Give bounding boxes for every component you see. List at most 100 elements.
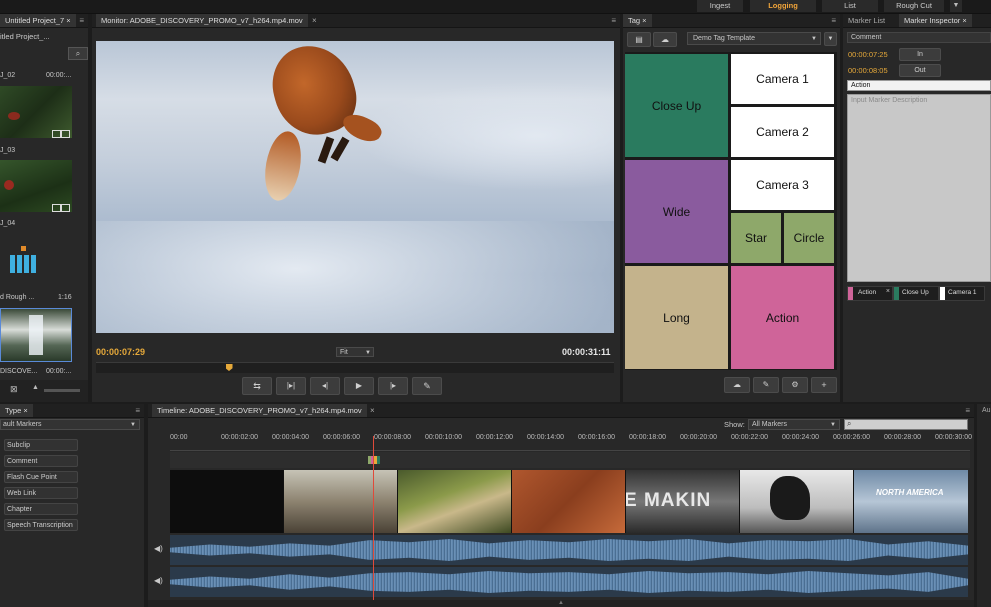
timeline-playhead[interactable] bbox=[373, 436, 374, 607]
project-item-time: 1:16 bbox=[58, 294, 72, 301]
applied-tag[interactable]: Close Up bbox=[893, 286, 939, 301]
close-icon[interactable]: × bbox=[370, 404, 375, 417]
workspace-menu-button[interactable]: ▼ bbox=[950, 0, 962, 12]
tab-marker-inspector[interactable]: Marker Inspector × bbox=[899, 14, 972, 27]
tag-close-up[interactable]: Close Up bbox=[625, 54, 728, 157]
template-menu-button[interactable]: ▼ bbox=[824, 32, 837, 46]
tab-monitor[interactable]: Monitor: ADOBE_DISCOVERY_PROMO_v7_h264.m… bbox=[96, 14, 308, 27]
tag-circle[interactable]: Circle bbox=[784, 213, 834, 263]
applied-tag[interactable]: Camera 1 bbox=[939, 286, 985, 301]
marker-type-speech-transcription[interactable]: Speech Transcription bbox=[4, 519, 78, 531]
marker-name-field[interactable]: Action bbox=[847, 80, 991, 91]
cloud-icon[interactable]: ☁ bbox=[653, 32, 677, 47]
timeline-search-input[interactable]: ⌕ bbox=[844, 419, 968, 430]
marker-inspector-panel: Marker List Marker Inspector × Comment 0… bbox=[843, 14, 991, 402]
tag-long[interactable]: Long bbox=[625, 266, 728, 369]
tab-timeline[interactable]: Timeline: ADOBE_DISCOVERY_PROMO_v7_h264.… bbox=[152, 404, 367, 417]
video-frame[interactable] bbox=[96, 41, 614, 333]
edit-tag-button[interactable]: ✎ bbox=[753, 377, 779, 393]
search-icon: ⌕ bbox=[847, 419, 852, 428]
playhead-marker[interactable] bbox=[225, 364, 233, 371]
workspace-list[interactable]: List bbox=[822, 0, 878, 12]
marker-type-chapter[interactable]: Chapter bbox=[4, 503, 78, 515]
thumbnail-text: NORTH AMERICA bbox=[876, 488, 944, 497]
cloud-upload-button[interactable]: ☁ bbox=[724, 377, 750, 393]
monitor-panel: Monitor: ADOBE_DISCOVERY_PROMO_v7_h264.m… bbox=[92, 14, 620, 402]
marker-type-subclip[interactable]: Subclip bbox=[4, 439, 78, 451]
thumbnail-text: E MAKIN bbox=[626, 490, 712, 511]
time-ruler[interactable]: 00:00 00:00:02:00 00:00:04:00 00:00:06:00 00… bbox=[170, 434, 972, 451]
loop-button[interactable]: ⇆ bbox=[242, 377, 272, 395]
tag-star[interactable]: Star bbox=[731, 213, 781, 263]
tab-project[interactable]: Untitled Project_7 × bbox=[0, 14, 76, 27]
tab-type[interactable]: Type × bbox=[0, 404, 33, 417]
comment-field[interactable]: Comment bbox=[847, 32, 991, 43]
panel-menu-icon[interactable]: ≡ bbox=[965, 404, 970, 417]
tag-camera-1[interactable]: Camera 1 bbox=[731, 54, 834, 104]
step-forward-button[interactable]: |▸ bbox=[378, 377, 408, 395]
tag-wide[interactable]: Wide bbox=[625, 160, 728, 263]
freeform-view-icon[interactable]: ⊠ bbox=[10, 384, 18, 395]
play-in-to-out-button[interactable]: |▸| bbox=[276, 377, 306, 395]
tag-camera-2[interactable]: Camera 2 bbox=[731, 107, 834, 157]
audio-track-2[interactable] bbox=[170, 567, 968, 597]
tab-tag[interactable]: Tag × bbox=[623, 14, 652, 27]
speaker-icon[interactable]: ◀) bbox=[154, 576, 163, 585]
chevron-down-icon: ▼ bbox=[830, 422, 836, 428]
panel-menu-icon[interactable]: ≡ bbox=[611, 14, 616, 27]
clip-badge-icon bbox=[52, 204, 61, 212]
clip-badge-icon bbox=[61, 204, 70, 212]
zoom-slider[interactable] bbox=[44, 389, 80, 392]
project-search-button[interactable]: ⌕ bbox=[68, 47, 88, 60]
step-back-button[interactable]: ◂| bbox=[310, 377, 340, 395]
project-item-time: 00:00:... bbox=[46, 72, 72, 79]
project-item-label: DISCOVE... bbox=[0, 368, 38, 375]
timeline-scrollbar[interactable]: ▲ bbox=[148, 600, 974, 607]
clip-thumbnail[interactable] bbox=[0, 160, 72, 212]
marker-type-flash-cue-point[interactable]: Flash Cue Point bbox=[4, 471, 78, 483]
workspace-rough-cut[interactable]: Rough Cut bbox=[884, 0, 944, 12]
marker-description-field[interactable]: Input Marker Description bbox=[847, 94, 991, 282]
tag-settings-button[interactable]: ⚙ bbox=[782, 377, 808, 393]
marker-type-select[interactable]: ault Markers ▼ bbox=[0, 419, 140, 430]
play-button[interactable]: ▶ bbox=[344, 377, 374, 395]
ruler-tick-label: 00:00:14:00 bbox=[527, 434, 564, 441]
set-in-button[interactable]: In bbox=[899, 48, 941, 61]
project-item-label: J_03 bbox=[0, 147, 16, 154]
panel-menu-icon[interactable]: ≡ bbox=[135, 404, 140, 417]
marker-icon[interactable] bbox=[368, 456, 380, 464]
audio-track-1[interactable] bbox=[170, 535, 968, 565]
marker-type-comment[interactable]: Comment bbox=[4, 455, 78, 467]
add-tag-button[interactable]: + bbox=[811, 377, 837, 393]
audio-panel-edge: Au bbox=[977, 404, 991, 607]
sequence-icon[interactable] bbox=[10, 246, 38, 274]
show-filter-select[interactable]: All Markers ▼ bbox=[748, 419, 840, 430]
scrub-bar[interactable] bbox=[96, 362, 614, 373]
zoom-out-icon[interactable]: ▲ bbox=[32, 384, 39, 391]
marker-type-web-link[interactable]: Web Link bbox=[4, 487, 78, 499]
close-icon[interactable]: × bbox=[886, 288, 890, 295]
tag-camera-3[interactable]: Camera 3 bbox=[731, 160, 834, 210]
tab-marker-list[interactable]: Marker List bbox=[843, 14, 890, 27]
wrench-icon[interactable]: ✎ bbox=[412, 377, 442, 395]
close-icon[interactable]: × bbox=[312, 14, 317, 27]
zoom-select[interactable]: Fit ▼ bbox=[336, 347, 374, 357]
project-title: itled Project_... bbox=[0, 32, 50, 41]
applied-tag[interactable]: Action × bbox=[847, 286, 893, 301]
set-out-button[interactable]: Out bbox=[899, 64, 941, 77]
video-track[interactable]: E MAKIN NORTH AMERICA bbox=[170, 470, 968, 533]
clip-thumbnail-selected[interactable] bbox=[0, 308, 72, 362]
tab-audio[interactable]: Au bbox=[977, 404, 991, 417]
ruler-tick-label: 00:00:30:00 bbox=[935, 434, 972, 441]
tag-panel: Tag × ≡ ▤ ☁ Demo Tag Template ▼ ▼ Close U… bbox=[623, 14, 840, 402]
tag-action[interactable]: Action bbox=[731, 266, 834, 369]
template-select[interactable]: Demo Tag Template ▼ bbox=[687, 32, 821, 45]
workspace-ingest[interactable]: Ingest bbox=[697, 0, 743, 12]
panel-menu-icon[interactable]: ≡ bbox=[831, 14, 836, 27]
workspace-logging[interactable]: Logging bbox=[750, 0, 816, 12]
panel-menu-icon[interactable]: ≡ bbox=[79, 14, 84, 27]
clip-thumbnail[interactable] bbox=[0, 86, 72, 138]
speaker-icon[interactable]: ◀) bbox=[154, 544, 163, 553]
project-item-label: d Rough ... bbox=[0, 294, 35, 301]
tag-folder-button[interactable]: ▤ bbox=[627, 32, 651, 47]
